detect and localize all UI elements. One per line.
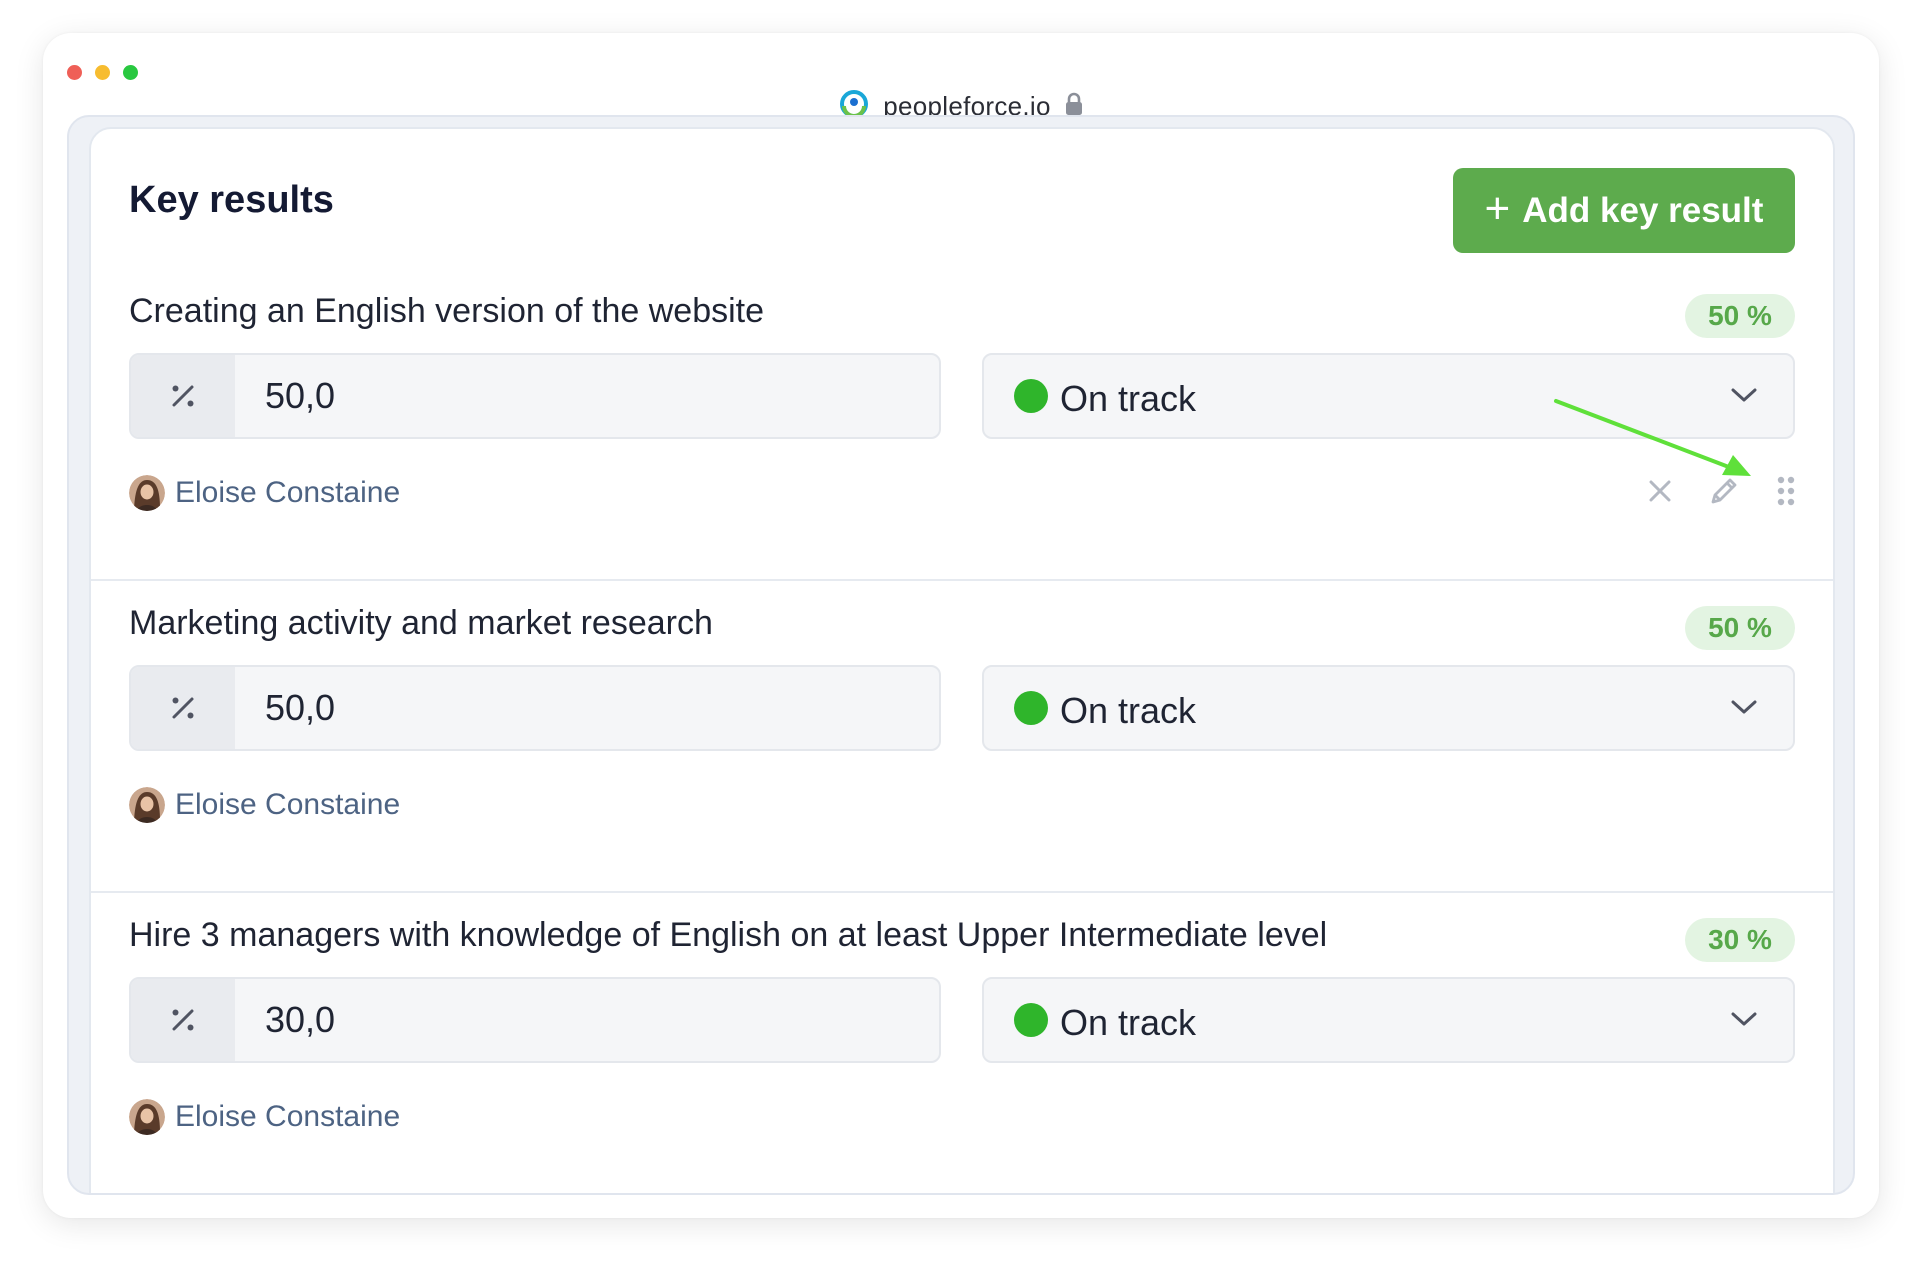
avatar — [129, 1099, 165, 1135]
progress-value-input[interactable] — [235, 355, 939, 437]
content-frame: Key results + Add key result Creating an… — [67, 115, 1855, 1195]
key-result-row: Marketing activity and market research 5… — [91, 581, 1833, 893]
owner[interactable]: Eloise Constaine — [129, 787, 400, 823]
progress-value-field[interactable] — [129, 665, 941, 751]
owner-name[interactable]: Eloise Constaine — [175, 476, 400, 510]
progress-badge: 50 % — [1685, 294, 1795, 338]
add-key-result-label: Add key result — [1522, 190, 1764, 230]
percent-icon — [131, 979, 235, 1061]
page-title: Key results — [129, 179, 334, 221]
owner[interactable]: Eloise Constaine — [129, 1099, 400, 1135]
avatar — [129, 787, 165, 823]
progress-value-field[interactable] — [129, 353, 941, 439]
progress-badge: 50 % — [1685, 606, 1795, 650]
owner-name[interactable]: Eloise Constaine — [175, 788, 400, 822]
key-result-row: Hire 3 managers with knowledge of Englis… — [91, 893, 1833, 1193]
minimize-window-button[interactable] — [95, 65, 110, 80]
status-select[interactable]: On track — [982, 665, 1795, 751]
green-status-dot — [1014, 691, 1048, 725]
card-header: Key results + Add key result — [91, 129, 1833, 269]
owner[interactable]: Eloise Constaine — [129, 475, 400, 511]
chevron-down-icon — [1731, 1011, 1757, 1032]
avatar — [129, 475, 165, 511]
add-key-result-button[interactable]: + Add key result — [1453, 168, 1795, 253]
key-result-title[interactable]: Hire 3 managers with knowledge of Englis… — [129, 916, 1327, 955]
chevron-down-icon — [1731, 699, 1757, 720]
maximize-window-button[interactable] — [123, 65, 138, 80]
key-results-card: Key results + Add key result Creating an… — [89, 127, 1835, 1193]
plus-icon: + — [1484, 183, 1511, 233]
percent-icon — [131, 667, 235, 749]
progress-badge: 30 % — [1685, 918, 1795, 962]
key-result-title[interactable]: Marketing activity and market research — [129, 604, 713, 643]
green-arrow-annotation — [1554, 399, 1751, 476]
percent-icon — [131, 355, 235, 437]
green-status-dot — [1014, 379, 1048, 413]
progress-value-field[interactable] — [129, 977, 941, 1063]
progress-value-input[interactable] — [235, 667, 939, 749]
status-label: On track — [1060, 690, 1197, 731]
owner-name[interactable]: Eloise Constaine — [175, 1100, 400, 1134]
browser-window: peopleforce.io Key results + Add key res… — [43, 33, 1879, 1218]
window-controls — [67, 65, 138, 80]
browser-titlebar: peopleforce.io — [43, 33, 1879, 121]
green-status-dot — [1014, 1003, 1048, 1037]
key-result-title[interactable]: Creating an English version of the websi… — [129, 292, 764, 331]
status-label: On track — [1060, 1002, 1197, 1043]
status-select[interactable]: On track — [982, 977, 1795, 1063]
drag-handle-icon[interactable] — [1775, 475, 1797, 512]
progress-value-input[interactable] — [235, 979, 939, 1061]
close-window-button[interactable] — [67, 65, 82, 80]
status-label: On track — [1060, 378, 1197, 419]
